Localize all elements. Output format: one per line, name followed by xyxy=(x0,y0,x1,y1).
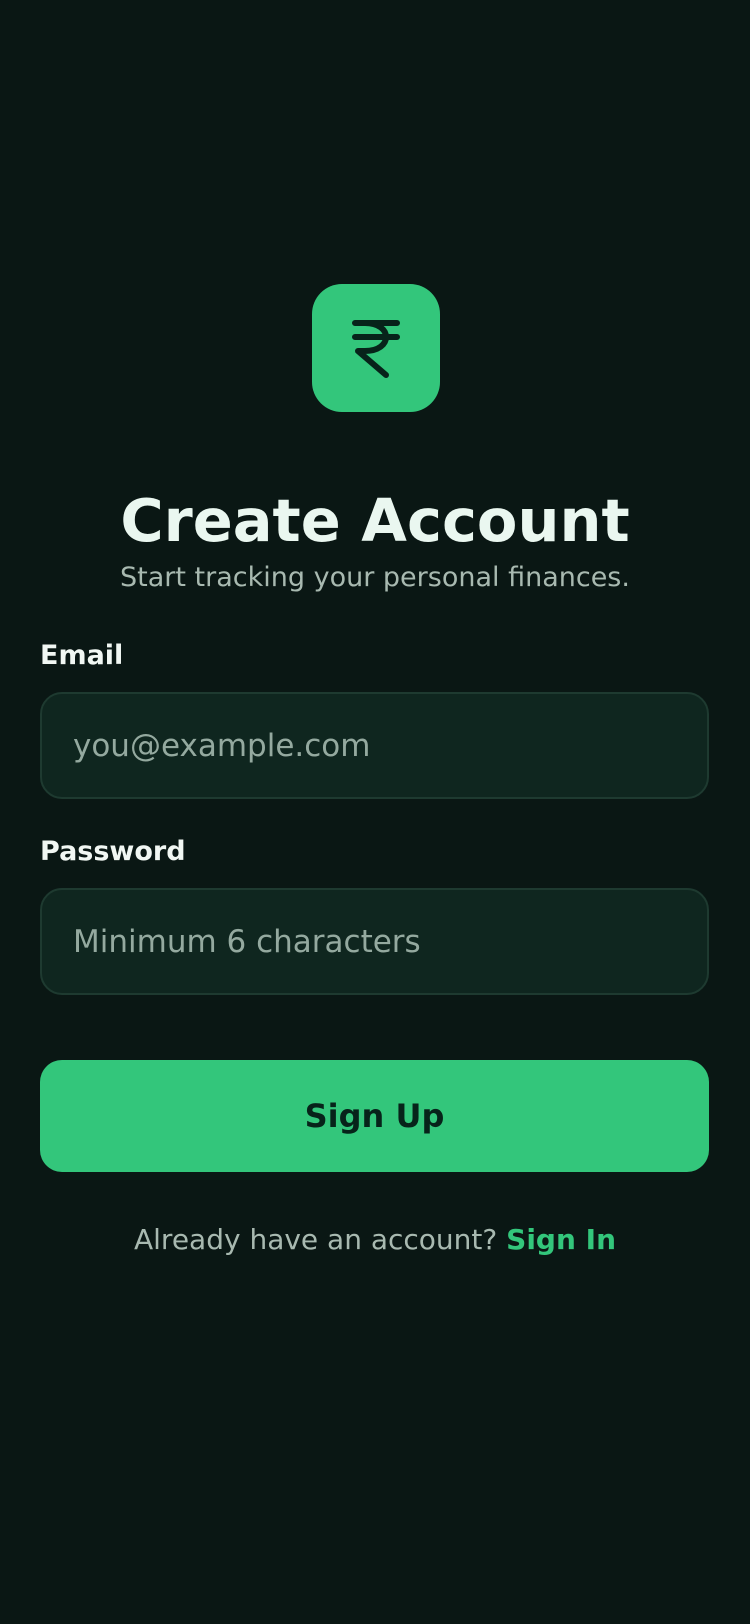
password-input[interactable] xyxy=(42,890,707,993)
email-input[interactable] xyxy=(42,694,707,797)
password-label: Password xyxy=(40,836,186,867)
email-label: Email xyxy=(40,640,124,671)
password-field-container xyxy=(40,888,709,995)
app-logo xyxy=(312,284,440,412)
rupee-icon xyxy=(352,320,400,378)
create-account-screen: Create Account Start tracking your perso… xyxy=(0,0,750,1624)
sign-up-button[interactable]: Sign Up xyxy=(40,1060,709,1172)
page-subtitle: Start tracking your personal finances. xyxy=(120,562,630,593)
page-title: Create Account xyxy=(120,485,630,555)
sign-in-prompt: Already have an account? Sign In xyxy=(0,1222,750,1258)
sign-in-prompt-text: Already have an account? xyxy=(133,1223,498,1256)
email-field-container xyxy=(40,692,709,799)
sign-in-link[interactable]: Sign In xyxy=(506,1223,616,1256)
